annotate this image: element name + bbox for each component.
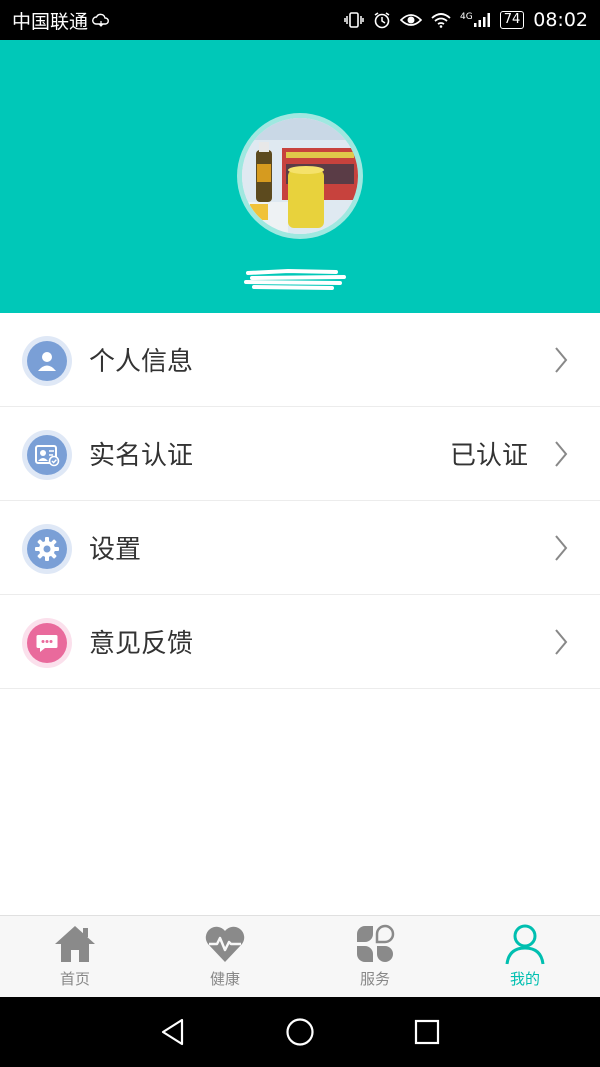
- tab-mine[interactable]: 我的: [450, 916, 600, 997]
- clock: 08:02: [533, 9, 588, 31]
- tab-label: 首页: [59, 970, 90, 988]
- chat-bubble-icon: [22, 618, 72, 668]
- user-outline-icon: [505, 924, 545, 965]
- tab-health[interactable]: 健康: [150, 916, 300, 997]
- menu-item-settings[interactable]: 设置: [0, 501, 600, 595]
- tab-home[interactable]: 首页: [0, 916, 150, 997]
- tab-services[interactable]: 服务: [300, 916, 450, 997]
- system-navigation-bar: [0, 997, 600, 1067]
- avatar[interactable]: [237, 113, 363, 239]
- cloud-icon: [92, 13, 109, 27]
- network-type: 4G: [460, 12, 491, 28]
- eye-icon: [399, 14, 422, 26]
- signal-icon: [473, 13, 490, 27]
- carrier-info: 中国联通: [12, 7, 110, 34]
- battery-indicator: 74: [499, 11, 525, 29]
- profile-header: [0, 40, 600, 313]
- avatar-photo: [242, 118, 358, 234]
- menu-item-label: 实名认证: [89, 441, 194, 471]
- username-redacted: [244, 268, 346, 290]
- menu-item-label: 设置: [89, 535, 142, 565]
- tab-label: 健康: [209, 970, 240, 988]
- verification-status: 已认证: [449, 441, 528, 471]
- person-icon: [22, 336, 72, 386]
- chevron-right-icon: [555, 535, 568, 561]
- back-icon[interactable]: [158, 1017, 188, 1047]
- chevron-right-icon: [555, 441, 568, 467]
- tab-label: 服务: [359, 970, 390, 988]
- alarm-icon: [374, 12, 390, 29]
- grid-petals-icon: [357, 924, 395, 962]
- menu-item-personal-info[interactable]: 个人信息: [0, 313, 600, 407]
- menu-item-real-name-auth[interactable]: 实名认证 已认证: [0, 407, 600, 501]
- menu-item-label: 个人信息: [89, 347, 194, 377]
- carrier-name: 中国联通: [12, 10, 89, 33]
- tab-label: 我的: [509, 970, 540, 988]
- wifi-icon: [431, 13, 451, 28]
- profile-menu: 个人信息 实名认证 已认证 设置 意见反馈: [0, 313, 600, 689]
- id-card-icon: [22, 430, 72, 480]
- bottom-tab-bar: 首页 健康 服务 我的: [0, 915, 600, 997]
- chevron-right-icon: [555, 347, 568, 373]
- home-icon: [55, 926, 95, 962]
- vibrate-icon: [344, 12, 364, 28]
- heart-pulse-icon: [205, 926, 245, 962]
- gear-icon: [22, 524, 72, 574]
- menu-item-label: 意见反馈: [89, 629, 194, 659]
- recent-apps-icon[interactable]: [412, 1017, 442, 1047]
- chevron-right-icon: [555, 629, 568, 655]
- status-bar: 中国联通 4G 74 08:02: [0, 0, 600, 40]
- menu-item-feedback[interactable]: 意见反馈: [0, 595, 600, 689]
- home-circle-icon[interactable]: [285, 1017, 315, 1047]
